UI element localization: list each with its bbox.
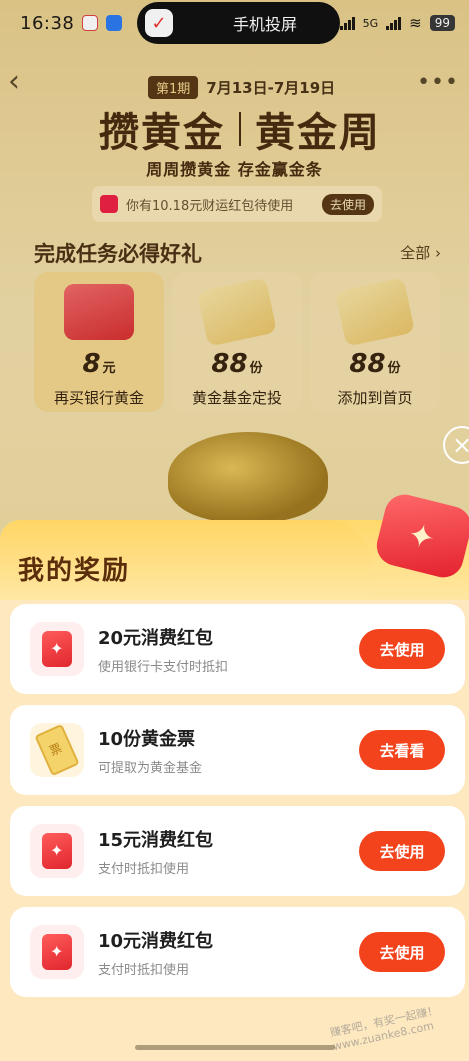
rewards-title: 我的奖励 bbox=[18, 556, 131, 586]
sparkle-icon: ✦ bbox=[403, 514, 439, 559]
rewards-panel: 我的奖励 20元消费红包 使用银行卡支付时抵扣 去使用 10份黄金票 可提取为黄… bbox=[0, 520, 469, 1061]
reward-item: 10元消费红包 支付时抵扣使用 去使用 bbox=[10, 907, 465, 997]
red-envelope-icon bbox=[30, 622, 84, 676]
reward-item: 15元消费红包 支付时抵扣使用 去使用 bbox=[10, 806, 465, 896]
reward-use-button[interactable]: 去使用 bbox=[359, 932, 445, 972]
reward-use-button[interactable]: 去使用 bbox=[359, 831, 445, 871]
reward-view-button[interactable]: 去看看 bbox=[359, 730, 445, 770]
gold-ticket-icon bbox=[30, 723, 84, 777]
reward-list: 20元消费红包 使用银行卡支付时抵扣 去使用 10份黄金票 可提取为黄金基金 去… bbox=[10, 604, 465, 1008]
red-envelope-icon bbox=[30, 824, 84, 878]
reward-item: 10份黄金票 可提取为黄金基金 去看看 bbox=[10, 705, 465, 795]
red-envelope-icon bbox=[30, 925, 84, 979]
home-indicator[interactable] bbox=[135, 1045, 335, 1050]
reward-item: 20元消费红包 使用银行卡支付时抵扣 去使用 bbox=[10, 604, 465, 694]
reward-use-button[interactable]: 去使用 bbox=[359, 629, 445, 669]
